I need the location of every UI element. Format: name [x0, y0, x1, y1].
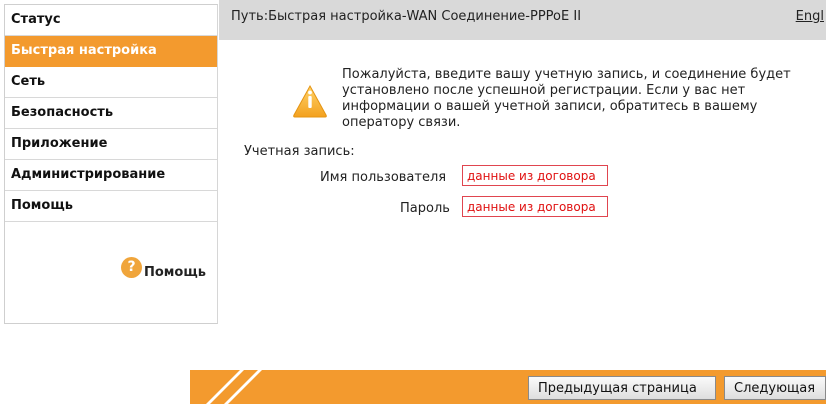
breadcrumb-bar: Путь:Быстрая настройка-WAN Соединение-PP…	[219, 0, 826, 40]
sidebar-item-administration[interactable]: Администрирование	[5, 160, 217, 191]
language-link[interactable]: Engl	[796, 9, 824, 24]
help-link-label: Помощь	[144, 265, 206, 280]
sidebar-menu: Статус Быстрая настройка Сеть Безопаснос…	[4, 4, 218, 324]
password-input[interactable]	[462, 196, 608, 217]
account-section-label: Учетная запись:	[244, 144, 355, 159]
help-link[interactable]: ? Помощь	[121, 255, 206, 280]
warning-icon	[293, 84, 327, 118]
sidebar-item-network[interactable]: Сеть	[5, 67, 217, 98]
breadcrumb: Путь:Быстрая настройка-WAN Соединение-PP…	[231, 9, 582, 24]
question-icon: ?	[121, 257, 142, 278]
footer-stripe	[200, 370, 244, 404]
next-page-button[interactable]: Следующая	[724, 376, 826, 400]
sidebar-item-help[interactable]: Помощь	[5, 191, 217, 222]
sidebar-item-application[interactable]: Приложение	[5, 129, 217, 160]
sidebar-item-status[interactable]: Статус	[5, 5, 217, 36]
notice-text: Пожалуйста, введите вашу учетную запись,…	[342, 67, 791, 130]
password-label: Пароль	[400, 201, 450, 216]
previous-page-button[interactable]: Предыдущая страница	[528, 376, 716, 400]
username-input[interactable]	[462, 165, 608, 186]
sidebar-item-security[interactable]: Безопасность	[5, 98, 217, 129]
sidebar-item-quick-setup[interactable]: Быстрая настройка	[5, 36, 217, 67]
username-label: Имя пользователя	[320, 170, 447, 185]
